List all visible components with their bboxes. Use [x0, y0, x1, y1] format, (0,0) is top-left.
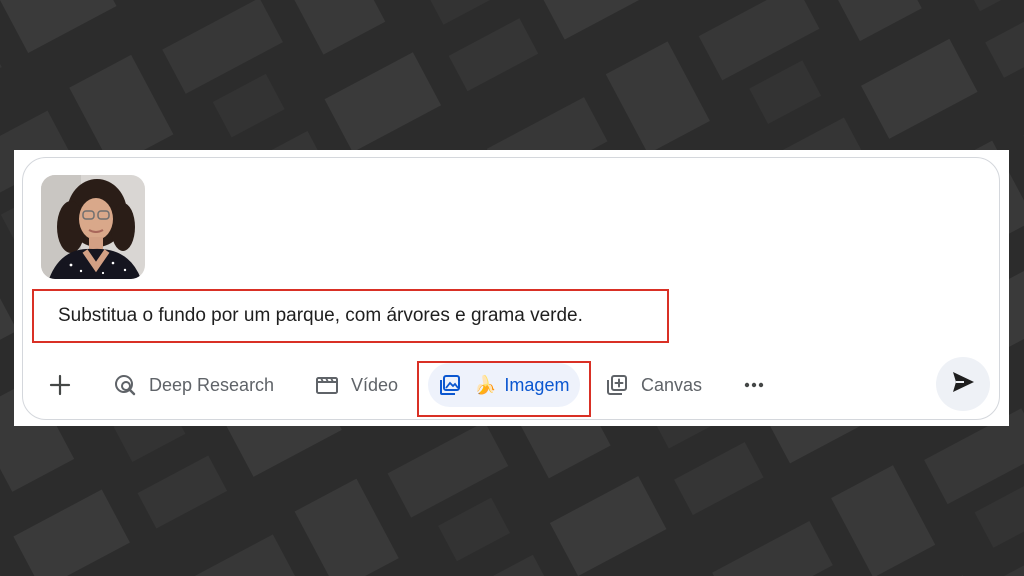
deep-research-button[interactable]: Deep Research	[113, 363, 274, 407]
search-globe-icon	[113, 373, 137, 397]
image-button[interactable]: 🍌 Imagem	[428, 363, 580, 407]
send-icon	[950, 369, 976, 400]
canvas-button[interactable]: Canvas	[605, 363, 702, 407]
canvas-add-icon	[605, 373, 629, 397]
video-label: Vídeo	[351, 374, 399, 395]
prompt-composer: Substitua o fundo por um parque, com árv…	[22, 157, 1000, 420]
banana-icon: 🍌	[474, 374, 497, 395]
image-label: Imagem	[504, 374, 570, 395]
plus-icon	[48, 373, 72, 397]
more-options-button[interactable]	[742, 363, 766, 407]
canvas-label: Canvas	[641, 374, 703, 395]
add-button[interactable]	[45, 363, 75, 407]
clapperboard-icon	[315, 373, 339, 397]
more-horizontal-icon	[742, 373, 766, 397]
deep-research-label: Deep Research	[149, 374, 275, 395]
attached-photo-thumbnail[interactable]	[41, 175, 145, 279]
prompt-highlight-box[interactable]: Substitua o fundo por um parque, com árv…	[32, 289, 669, 343]
send-button[interactable]	[936, 357, 990, 411]
prompt-text: Substitua o fundo por um parque, com árv…	[58, 305, 583, 326]
screenshot-frame: Substitua o fundo por um parque, com árv…	[14, 150, 1009, 426]
image-stack-icon	[438, 373, 462, 397]
video-button[interactable]: Vídeo	[315, 363, 398, 407]
photo-image	[41, 175, 145, 279]
